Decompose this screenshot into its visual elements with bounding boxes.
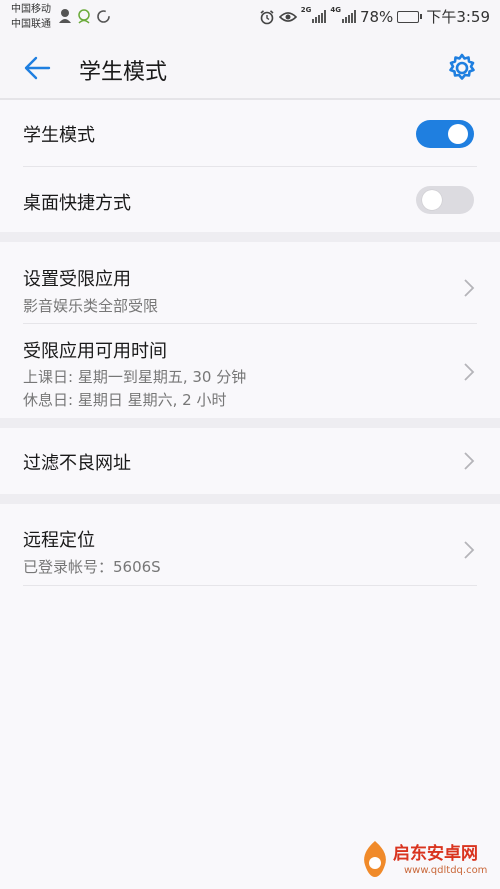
remote-location-row[interactable]: 远程定位 已登录帐号：5606S — [0, 504, 500, 586]
gear-icon — [449, 53, 475, 80]
battery-percent: 78% — [359, 7, 394, 26]
watermark-url: www.qdltdq.com — [404, 865, 488, 876]
status-right: 2G 4G 78% 下午3:59 — [259, 6, 490, 27]
app-bar: 学生模式 — [0, 36, 500, 98]
carrier-2: 中国联通 — [11, 19, 51, 30]
settings-button[interactable] — [446, 52, 478, 84]
status-left-icons — [58, 8, 111, 24]
network-type-1: 2G — [300, 6, 312, 14]
usage-time-row[interactable]: 受限应用可用时间 上课日: 星期一到星期五, 30 分钟 休息日: 星期日 星期… — [0, 324, 500, 418]
school-day-limit: 上课日: 星期一到星期五, 30 分钟 — [23, 368, 247, 386]
chevron-right-icon — [464, 279, 475, 297]
section-gap — [0, 232, 500, 242]
filter-urls-label: 过滤不良网址 — [23, 453, 131, 474]
chevron-right-icon — [464, 363, 475, 381]
alarm-icon — [260, 9, 274, 24]
account-icon — [59, 9, 71, 23]
screen: 中国移动 中国联通 2G 4G 78% 下午3:59 学生模式 学生模式 桌面快… — [0, 0, 500, 889]
signal-strength-icon — [341, 10, 356, 23]
chevron-right-icon — [464, 541, 475, 559]
carrier-info: 中国移动 中国联通 — [11, 2, 51, 32]
signal-strength-icon — [312, 10, 327, 23]
network-type-2: 4G — [330, 6, 341, 14]
usage-time-label: 受限应用可用时间 — [23, 341, 167, 362]
restricted-apps-sub: 影音娱乐类全部受限 — [23, 297, 159, 315]
restricted-apps-row[interactable]: 设置受限应用 影音娱乐类全部受限 — [0, 242, 500, 324]
site-watermark: 启东安卓网 www.qdltdq.com — [359, 835, 494, 885]
arrow-left-icon — [24, 56, 51, 80]
battery-icon — [397, 10, 423, 23]
chevron-right-icon — [464, 452, 475, 470]
watermark-brand: 启东安卓网 — [393, 844, 478, 864]
desktop-shortcut-row[interactable]: 桌面快捷方式 — [0, 167, 500, 232]
remote-location-label: 远程定位 — [23, 530, 95, 551]
desktop-shortcut-label: 桌面快捷方式 — [23, 193, 131, 214]
remote-location-account: 已登录帐号：5606S — [23, 558, 161, 576]
rest-day-limit: 休息日: 星期日 星期六, 2 小时 — [23, 391, 227, 409]
back-button[interactable] — [20, 51, 54, 85]
filter-urls-row[interactable]: 过滤不良网址 — [0, 428, 500, 494]
page-title: 学生模式 — [79, 60, 168, 85]
restricted-apps-label: 设置受限应用 — [23, 269, 131, 290]
eye-comfort-icon — [278, 11, 297, 22]
status-bar: 中国移动 中国联通 2G 4G 78% 下午3:59 — [0, 0, 500, 36]
section-gap — [0, 418, 500, 428]
desktop-shortcut-toggle[interactable] — [416, 186, 474, 214]
sync-icon — [97, 9, 110, 23]
settings-list: 学生模式 桌面快捷方式 设置受限应用 影音娱乐类全部受限 受限应用可用时间 上课… — [0, 100, 500, 586]
student-mode-toggle[interactable] — [416, 120, 474, 148]
cloud-person-icon — [78, 9, 90, 24]
carrier-1: 中国移动 — [11, 4, 51, 15]
student-mode-row[interactable]: 学生模式 — [0, 100, 500, 167]
clock: 下午3:59 — [426, 8, 490, 26]
student-mode-label: 学生模式 — [23, 125, 95, 146]
section-gap — [0, 494, 500, 504]
watermark-logo-icon — [364, 841, 386, 877]
